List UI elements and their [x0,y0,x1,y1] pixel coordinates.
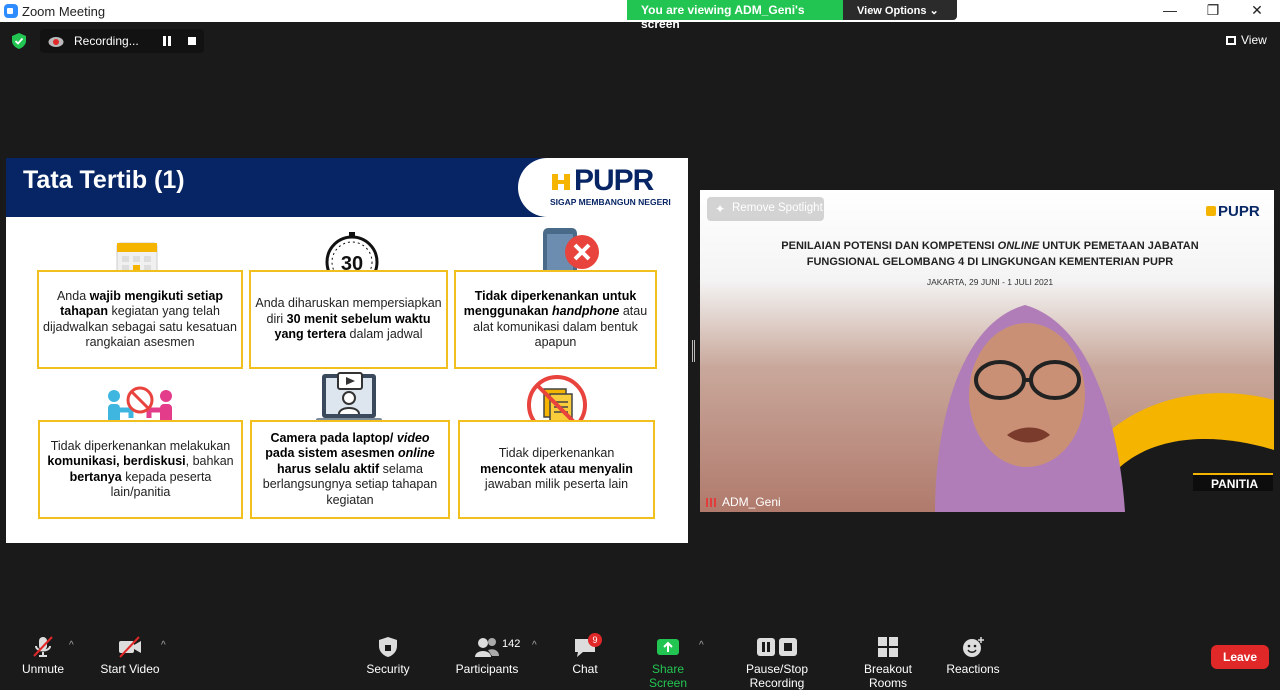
maximize-button[interactable]: ❐ [1190,0,1236,22]
security-shield-icon [379,637,397,657]
shared-screen-slide: Tata Tertib (1) PUPR SIGAP MEMBANGUN NEG… [6,158,688,543]
participant-person [935,305,1125,512]
rule-text-6: Tidak diperkenankan mencontek atau menya… [480,446,633,492]
participants-options-caret[interactable]: ^ [532,640,537,651]
view-options-button[interactable]: View Options ⌄ [843,0,957,20]
pause-recording-icon[interactable] [163,36,171,46]
reactions-button[interactable]: Reactions [946,626,1000,676]
zoom-app-icon [4,4,18,18]
rule-box-2: Anda diharuskan mempersiapkan diri 30 me… [249,270,448,369]
pupr-logo: PUPR SIGAP MEMBANGUN NEGERI [518,158,688,217]
rule-text-3: Tidak diperkenankan untuk menggunakan ha… [463,288,648,350]
video-background-heading: PENILAIAN POTENSI DAN KOMPETENSI ONLINE … [781,240,1199,268]
rule-box-5: Camera pada laptop/ video pada sistem as… [250,420,450,519]
share-screen-icon [657,639,679,655]
participants-count: 142 [502,638,521,650]
participants-icon [475,638,499,657]
chat-label: Chat [572,662,598,676]
meeting-controls-toolbar: Unmute ^ Start Video ^ Security Particip… [0,626,1280,690]
security-button[interactable]: Security [363,626,413,676]
logo-text: PUPR [574,164,654,197]
participants-label: Participants [455,662,519,676]
video-pupr-logo: PUPR [1206,203,1260,220]
remove-spotlight-label: Remove Spotlight [732,202,823,214]
start-video-button[interactable]: Start Video [98,626,162,676]
participant-name: ADM_Geni [722,495,781,509]
remove-spotlight-button[interactable]: ✦ Remove Spotlight [707,197,824,221]
share-options-caret[interactable]: ^ [699,640,704,651]
pause-stop-recording-button[interactable]: Pause/Stop Recording [720,626,834,690]
security-label: Security [366,662,410,676]
rule-text-1: Anda wajib mengikuti setiap tahapan kegi… [43,288,237,350]
pause-stop-icon [757,638,797,656]
reactions-label: Reactions [946,662,1000,676]
participants-button[interactable]: Participants [454,626,520,676]
pupr-emblem-icon [552,174,570,190]
start-video-label: Start Video [100,662,160,676]
participant-video-tile[interactable]: PUPR PENILAIAN POTENSI DAN KOMPETENSI ON… [700,190,1274,512]
view-label: View [1241,33,1267,47]
spotlight-pin-icon: ✦ [715,202,726,216]
slide-title: Tata Tertib (1) [23,166,185,194]
rule-text-2: Anda diharuskan mempersiapkan diri 30 me… [255,296,442,342]
panel-resize-handle[interactable] [692,340,695,362]
panitia-badge: PANITIA [1193,473,1273,491]
rule-text-4: Tidak diperkenankan melakukan komunikasi… [47,438,234,500]
view-button[interactable]: View [1226,33,1267,47]
rule-box-4: Tidak diperkenankan melakukan komunikasi… [38,420,243,519]
reactions-smiley-icon [963,637,984,657]
rule-box-1: Anda wajib mengikuti setiap tahapan kegi… [37,270,243,369]
rule-text-5: Camera pada laptop/ video pada sistem as… [262,430,438,507]
audio-options-caret[interactable]: ^ [69,640,74,651]
stop-recording-icon[interactable] [188,37,196,45]
viewing-screen-label: You are viewing ADM_Geni's screen [627,0,843,31]
video-options-caret[interactable]: ^ [161,640,166,651]
leave-meeting-button[interactable]: Leave [1211,645,1269,669]
video-background-date: JAKARTA, 29 JUNI - 1 JULI 2021 [926,277,1054,287]
recording-indicator: Recording... [40,29,204,53]
unmute-label: Unmute [21,662,65,676]
breakout-rooms-icon [878,637,898,657]
close-button[interactable]: ✕ [1234,0,1280,22]
video-off-icon [119,636,141,658]
participant-name-bar: ADM_Geni [700,492,787,512]
unmute-button[interactable]: Unmute [18,626,68,676]
chat-unread-badge: 9 [588,633,602,647]
cloud-recording-icon [48,37,64,47]
minimize-button[interactable]: — [1147,0,1193,22]
recording-label: Recording... [74,34,139,48]
encryption-shield-icon[interactable] [12,33,26,49]
grid-view-icon [1226,36,1236,45]
rule-box-3: Tidak diperkenankan untuk menggunakan ha… [454,270,657,369]
muted-microphone-icon [33,636,53,657]
screen-share-banner: You are viewing ADM_Geni's screen View O… [627,0,957,31]
breakout-rooms-button[interactable]: Breakout Rooms [845,626,931,690]
logo-tagline: SIGAP MEMBANGUN NEGERI [550,197,671,207]
share-screen-button[interactable]: Share Screen [632,626,704,690]
rule-box-6: Tidak diperkenankan mencontek atau menya… [458,420,655,519]
signal-strength-icon [706,498,718,507]
window-title: Zoom Meeting [22,4,106,19]
